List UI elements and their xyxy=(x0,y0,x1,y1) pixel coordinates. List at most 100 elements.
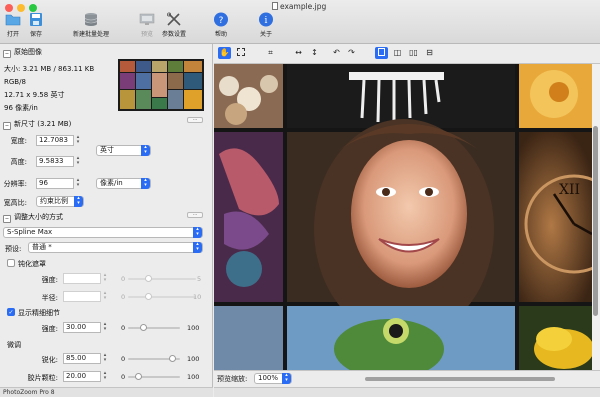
updown-chevron-icon: ▴ ▾ xyxy=(193,242,202,253)
close-window-button[interactable] xyxy=(5,4,13,12)
updown-chevron-icon: ▴ ▾ xyxy=(141,178,150,189)
fine-detail-strength-label: 强度: xyxy=(41,325,58,333)
new-size-title: 新尺寸 (3.21 MB) xyxy=(14,120,72,128)
sharpen-mask-label: 钝化遮罩 xyxy=(18,260,46,268)
algorithm-select[interactable]: S-Spline Max ▴ ▾ xyxy=(3,227,203,238)
open-button[interactable]: 打开 xyxy=(3,12,23,38)
original-dims: 12.71 x 9.58 英寸 xyxy=(4,91,65,99)
fine-detail-strength-input[interactable]: 30.00 xyxy=(63,322,101,333)
preview-button[interactable]: 预览 xyxy=(137,12,157,38)
horizontal-scroll-thumb[interactable] xyxy=(365,377,555,381)
settings-button[interactable]: 参数设置 xyxy=(160,12,188,38)
film-grain-slider-knob[interactable] xyxy=(134,373,142,380)
film-grain-stepper[interactable]: ▴ ▾ xyxy=(102,371,108,382)
batch-label: 新建批量处理 xyxy=(72,31,109,38)
document-icon xyxy=(272,2,278,10)
fit-height-button[interactable]: ↕ xyxy=(308,47,321,59)
zoom-select[interactable]: 100% ▴ ▾ xyxy=(254,373,292,384)
rotate-right-button[interactable]: ↷ xyxy=(345,47,358,59)
sharpen-input[interactable]: 85.00 xyxy=(63,353,101,364)
minimize-window-button[interactable] xyxy=(17,4,25,12)
window-title: example.jpg xyxy=(272,2,326,11)
preset-label: 预设: xyxy=(5,245,22,253)
svg-text:i: i xyxy=(265,16,268,26)
sharpen-stepper[interactable]: ▴ ▾ xyxy=(102,353,108,364)
original-options-button[interactable]: ··· xyxy=(187,117,203,123)
split-vertical-button[interactable]: ◫ xyxy=(391,47,404,59)
fine-detail-strength-stepper[interactable]: ▴ ▾ xyxy=(102,322,108,333)
unit-select[interactable]: 英寸 ▴ ▾ xyxy=(96,145,151,156)
crop-icon: ⌗ xyxy=(268,48,273,57)
resolution-unit-value: 像素/in xyxy=(100,179,123,187)
preset-select[interactable]: 普通 * ▴ ▾ xyxy=(28,242,203,253)
strength-slider-knob[interactable] xyxy=(144,275,152,282)
split-horizontal-icon: ⊟ xyxy=(426,48,433,57)
micro-adjust-label: 微调 xyxy=(7,341,21,349)
preview-canvas[interactable]: XII xyxy=(214,64,600,370)
fine-detail-checkbox[interactable]: ✓ xyxy=(7,308,15,316)
radius-slider-knob[interactable] xyxy=(144,293,152,300)
updown-chevron-icon: ▴ ▾ xyxy=(193,227,202,238)
info-icon: i xyxy=(259,12,273,27)
split-horizontal-button[interactable]: ⊟ xyxy=(423,47,436,59)
vertical-scroll-thumb[interactable] xyxy=(593,126,598,316)
radius-stepper[interactable]: ▴ ▾ xyxy=(102,291,108,302)
app-window: example.jpg 打开 保存 新建批量处理 预览 参数设置 ? 帮助 i xyxy=(0,0,600,397)
strength-input[interactable] xyxy=(63,273,101,284)
side-by-side-button[interactable]: ▯▯ xyxy=(407,47,420,59)
crop-tool-button[interactable]: ⌗ xyxy=(264,47,277,59)
height-stepper[interactable]: ▴ ▾ xyxy=(75,156,81,167)
original-resolution: 96 像素/in xyxy=(4,104,38,112)
original-title: 原始图像 xyxy=(14,48,42,56)
fit-width-button[interactable]: ↔ xyxy=(292,47,305,59)
width-stepper[interactable]: ▴ ▾ xyxy=(75,135,81,146)
film-grain-input[interactable]: 20.00 xyxy=(63,371,101,382)
strength-stepper[interactable]: ▴ ▾ xyxy=(102,273,108,284)
aspect-label: 宽高比: xyxy=(3,199,27,207)
resolution-stepper[interactable]: ▴ ▾ xyxy=(75,178,81,189)
side-by-side-icon: ▯▯ xyxy=(409,48,418,57)
original-size: 大小: 3.21 MB / 863.11 KB xyxy=(4,65,95,73)
width-input[interactable]: 12.7083 xyxy=(36,135,74,146)
height-input[interactable]: 9.5833 xyxy=(36,156,74,167)
algorithm-value: S-Spline Max xyxy=(7,228,53,236)
preview-icon xyxy=(139,13,155,25)
fine-detail-slider-knob[interactable] xyxy=(140,324,148,331)
radius-slider[interactable] xyxy=(128,296,196,298)
strength-slider[interactable] xyxy=(128,278,196,280)
original-image-section[interactable]: − 原始图像 xyxy=(3,47,42,58)
original-mode: RGB/8 xyxy=(4,78,26,86)
updown-chevron-icon: ▴ ▾ xyxy=(282,373,291,384)
film-grain-min: 0 xyxy=(121,373,126,381)
status-bar: PhotoZoom Pro 8 xyxy=(0,387,213,397)
hand-icon: ✋ xyxy=(219,48,230,57)
aspect-value: 约束比例 xyxy=(40,197,68,205)
rotate-left-button[interactable]: ↶ xyxy=(330,47,343,59)
help-button[interactable]: ? 帮助 xyxy=(211,12,231,38)
resolution-input[interactable]: 96 xyxy=(36,178,74,189)
new-batch-button[interactable]: 新建批量处理 xyxy=(70,12,112,38)
thumbnail-image xyxy=(118,59,204,111)
resolution-unit-select[interactable]: 像素/in ▴ ▾ xyxy=(96,178,151,189)
aspect-select[interactable]: 约束比例 ▴ ▾ xyxy=(36,196,84,207)
fine-detail-slider[interactable] xyxy=(128,327,180,329)
sharpen-slider-knob[interactable] xyxy=(168,355,176,362)
save-icon xyxy=(30,13,42,26)
resize-method-section[interactable]: − 调整大小的方式 xyxy=(3,212,63,223)
rotate-right-icon: ↷ xyxy=(348,48,355,57)
database-icon xyxy=(84,13,98,26)
radius-input[interactable] xyxy=(63,291,101,302)
new-size-section[interactable]: − 新尺寸 (3.21 MB) xyxy=(3,119,71,130)
width-label: 宽度: xyxy=(10,137,27,145)
selection-tool-button[interactable] xyxy=(234,47,247,59)
sharpen-mask-checkbox[interactable] xyxy=(7,259,15,267)
single-view-button[interactable] xyxy=(375,47,388,59)
fine-detail-max: 100 xyxy=(187,324,200,332)
hand-tool-button[interactable]: ✋ xyxy=(218,47,231,59)
zoom-window-button[interactable] xyxy=(29,4,37,12)
save-button[interactable]: 保存 xyxy=(26,12,46,38)
about-button[interactable]: i 关于 xyxy=(256,12,276,38)
vertical-scrollbar[interactable] xyxy=(592,64,600,370)
fine-detail-min: 0 xyxy=(121,324,126,332)
method-options-button[interactable]: ··· xyxy=(187,212,203,218)
